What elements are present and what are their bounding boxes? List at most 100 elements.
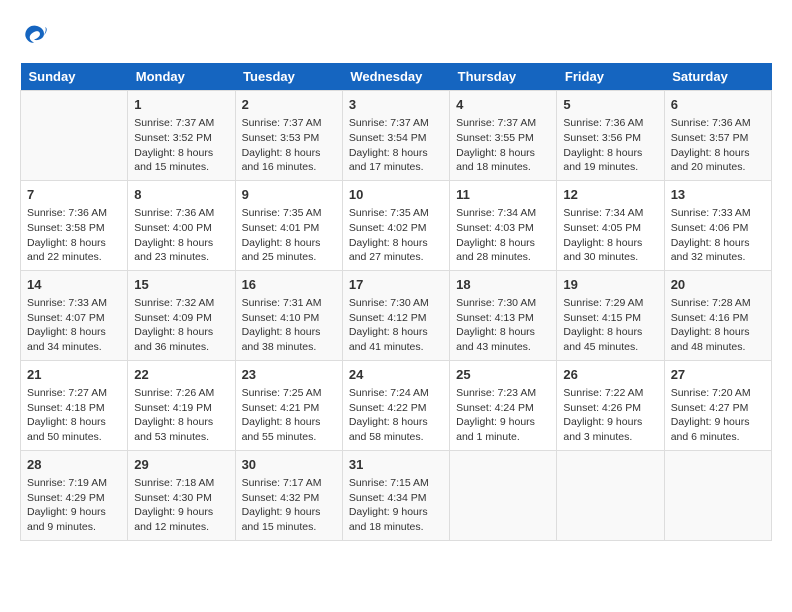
day-info: Sunrise: 7:32 AMSunset: 4:09 PMDaylight:…: [134, 296, 228, 355]
day-info: Sunrise: 7:35 AMSunset: 4:01 PMDaylight:…: [242, 206, 336, 265]
day-number: 28: [27, 456, 121, 474]
day-number: 5: [563, 96, 657, 114]
weekday-header-tuesday: Tuesday: [235, 63, 342, 91]
day-number: 11: [456, 186, 550, 204]
day-number: 2: [242, 96, 336, 114]
calendar-cell: [664, 450, 771, 540]
day-number: 26: [563, 366, 657, 384]
week-row-4: 21 Sunrise: 7:27 AMSunset: 4:18 PMDayligh…: [21, 360, 772, 450]
day-number: 21: [27, 366, 121, 384]
weekday-header-thursday: Thursday: [450, 63, 557, 91]
day-number: 1: [134, 96, 228, 114]
day-info: Sunrise: 7:17 AMSunset: 4:32 PMDaylight:…: [242, 476, 336, 535]
calendar-cell: 28 Sunrise: 7:19 AMSunset: 4:29 PMDayligh…: [21, 450, 128, 540]
day-number: 17: [349, 276, 443, 294]
day-number: 16: [242, 276, 336, 294]
day-number: 31: [349, 456, 443, 474]
day-info: Sunrise: 7:27 AMSunset: 4:18 PMDaylight:…: [27, 386, 121, 445]
day-number: 13: [671, 186, 765, 204]
calendar-cell: 13 Sunrise: 7:33 AMSunset: 4:06 PMDayligh…: [664, 180, 771, 270]
calendar-cell: 7Sunrise: 7:36 AMSunset: 3:58 PMDaylight…: [21, 180, 128, 270]
calendar-cell: 26Sunrise: 7:22 AMSunset: 4:26 PMDayligh…: [557, 360, 664, 450]
day-info: Sunrise: 7:29 AMSunset: 4:15 PMDaylight:…: [563, 296, 657, 355]
week-row-5: 28 Sunrise: 7:19 AMSunset: 4:29 PMDayligh…: [21, 450, 772, 540]
day-info: Sunrise: 7:28 AMSunset: 4:16 PMDaylight:…: [671, 296, 765, 355]
day-number: 9: [242, 186, 336, 204]
day-number: 8: [134, 186, 228, 204]
calendar-cell: 3 Sunrise: 7:37 AMSunset: 3:54 PMDaylight…: [342, 91, 449, 181]
day-number: 22: [134, 366, 228, 384]
day-info: Sunrise: 7:25 AMSunset: 4:21 PMDaylight:…: [242, 386, 336, 445]
day-info: Sunrise: 7:37 AMSunset: 3:55 PMDaylight:…: [456, 116, 550, 175]
week-row-2: 7Sunrise: 7:36 AMSunset: 3:58 PMDaylight…: [21, 180, 772, 270]
day-number: 29: [134, 456, 228, 474]
week-row-1: 1Sunrise: 7:37 AMSunset: 3:52 PMDaylight…: [21, 91, 772, 181]
calendar-cell: 17 Sunrise: 7:30 AMSunset: 4:12 PMDayligh…: [342, 270, 449, 360]
calendar-cell: 18Sunrise: 7:30 AMSunset: 4:13 PMDayligh…: [450, 270, 557, 360]
day-info: Sunrise: 7:37 AMSunset: 3:54 PMDaylight:…: [349, 116, 443, 175]
weekday-header-saturday: Saturday: [664, 63, 771, 91]
day-info: Sunrise: 7:33 AMSunset: 4:07 PMDaylight:…: [27, 296, 121, 355]
day-number: 6: [671, 96, 765, 114]
day-info: Sunrise: 7:34 AMSunset: 4:03 PMDaylight:…: [456, 206, 550, 265]
day-number: 25: [456, 366, 550, 384]
calendar-cell: 14 Sunrise: 7:33 AMSunset: 4:07 PMDayligh…: [21, 270, 128, 360]
day-number: 27: [671, 366, 765, 384]
day-info: Sunrise: 7:23 AMSunset: 4:24 PMDaylight:…: [456, 386, 550, 445]
weekday-header-friday: Friday: [557, 63, 664, 91]
day-info: Sunrise: 7:36 AMSunset: 3:57 PMDaylight:…: [671, 116, 765, 175]
weekday-header-sunday: Sunday: [21, 63, 128, 91]
day-info: Sunrise: 7:36 AMSunset: 3:56 PMDaylight:…: [563, 116, 657, 175]
calendar-cell: 12 Sunrise: 7:34 AMSunset: 4:05 PMDayligh…: [557, 180, 664, 270]
calendar-cell: [450, 450, 557, 540]
day-info: Sunrise: 7:19 AMSunset: 4:29 PMDaylight:…: [27, 476, 121, 535]
calendar-cell: 9 Sunrise: 7:35 AMSunset: 4:01 PMDaylight…: [235, 180, 342, 270]
day-info: Sunrise: 7:34 AMSunset: 4:05 PMDaylight:…: [563, 206, 657, 265]
weekday-header-monday: Monday: [128, 63, 235, 91]
day-number: 19: [563, 276, 657, 294]
day-info: Sunrise: 7:31 AMSunset: 4:10 PMDaylight:…: [242, 296, 336, 355]
day-number: 18: [456, 276, 550, 294]
logo-icon: [20, 20, 48, 48]
calendar-cell: 24 Sunrise: 7:24 AMSunset: 4:22 PMDayligh…: [342, 360, 449, 450]
day-number: 30: [242, 456, 336, 474]
calendar-cell: 19 Sunrise: 7:29 AMSunset: 4:15 PMDayligh…: [557, 270, 664, 360]
day-number: 12: [563, 186, 657, 204]
day-info: Sunrise: 7:18 AMSunset: 4:30 PMDaylight:…: [134, 476, 228, 535]
weekday-header-wednesday: Wednesday: [342, 63, 449, 91]
calendar-cell: 2Sunrise: 7:37 AMSunset: 3:53 PMDaylight…: [235, 91, 342, 181]
day-number: 3: [349, 96, 443, 114]
calendar-table: SundayMondayTuesdayWednesdayThursdayFrid…: [20, 63, 772, 541]
calendar-cell: 27 Sunrise: 7:20 AMSunset: 4:27 PMDayligh…: [664, 360, 771, 450]
day-info: Sunrise: 7:36 AMSunset: 4:00 PMDaylight:…: [134, 206, 228, 265]
day-number: 15: [134, 276, 228, 294]
calendar-cell: 21 Sunrise: 7:27 AMSunset: 4:18 PMDayligh…: [21, 360, 128, 450]
day-number: 23: [242, 366, 336, 384]
calendar-cell: 23 Sunrise: 7:25 AMSunset: 4:21 PMDayligh…: [235, 360, 342, 450]
day-info: Sunrise: 7:24 AMSunset: 4:22 PMDaylight:…: [349, 386, 443, 445]
day-info: Sunrise: 7:35 AMSunset: 4:02 PMDaylight:…: [349, 206, 443, 265]
day-number: 14: [27, 276, 121, 294]
calendar-cell: 30 Sunrise: 7:17 AMSunset: 4:32 PMDayligh…: [235, 450, 342, 540]
calendar-cell: 22 Sunrise: 7:26 AMSunset: 4:19 PMDayligh…: [128, 360, 235, 450]
calendar-cell: 11 Sunrise: 7:34 AMSunset: 4:03 PMDayligh…: [450, 180, 557, 270]
day-number: 4: [456, 96, 550, 114]
calendar-cell: 31Sunrise: 7:15 AMSunset: 4:34 PMDayligh…: [342, 450, 449, 540]
logo: [20, 20, 50, 53]
calendar-cell: [21, 91, 128, 181]
calendar-cell: 6 Sunrise: 7:36 AMSunset: 3:57 PMDaylight…: [664, 91, 771, 181]
calendar-cell: 29 Sunrise: 7:18 AMSunset: 4:30 PMDayligh…: [128, 450, 235, 540]
day-info: Sunrise: 7:33 AMSunset: 4:06 PMDaylight:…: [671, 206, 765, 265]
calendar-cell: 5 Sunrise: 7:36 AMSunset: 3:56 PMDaylight…: [557, 91, 664, 181]
calendar-cell: 20Sunrise: 7:28 AMSunset: 4:16 PMDayligh…: [664, 270, 771, 360]
day-info: Sunrise: 7:20 AMSunset: 4:27 PMDaylight:…: [671, 386, 765, 445]
calendar-cell: [557, 450, 664, 540]
day-info: Sunrise: 7:36 AMSunset: 3:58 PMDaylight:…: [27, 206, 121, 265]
calendar-cell: 15 Sunrise: 7:32 AMSunset: 4:09 PMDayligh…: [128, 270, 235, 360]
calendar-cell: 16 Sunrise: 7:31 AMSunset: 4:10 PMDayligh…: [235, 270, 342, 360]
day-info: Sunrise: 7:30 AMSunset: 4:12 PMDaylight:…: [349, 296, 443, 355]
day-number: 24: [349, 366, 443, 384]
day-info: Sunrise: 7:26 AMSunset: 4:19 PMDaylight:…: [134, 386, 228, 445]
calendar-cell: 10Sunrise: 7:35 AMSunset: 4:02 PMDayligh…: [342, 180, 449, 270]
calendar-cell: 8 Sunrise: 7:36 AMSunset: 4:00 PMDaylight…: [128, 180, 235, 270]
